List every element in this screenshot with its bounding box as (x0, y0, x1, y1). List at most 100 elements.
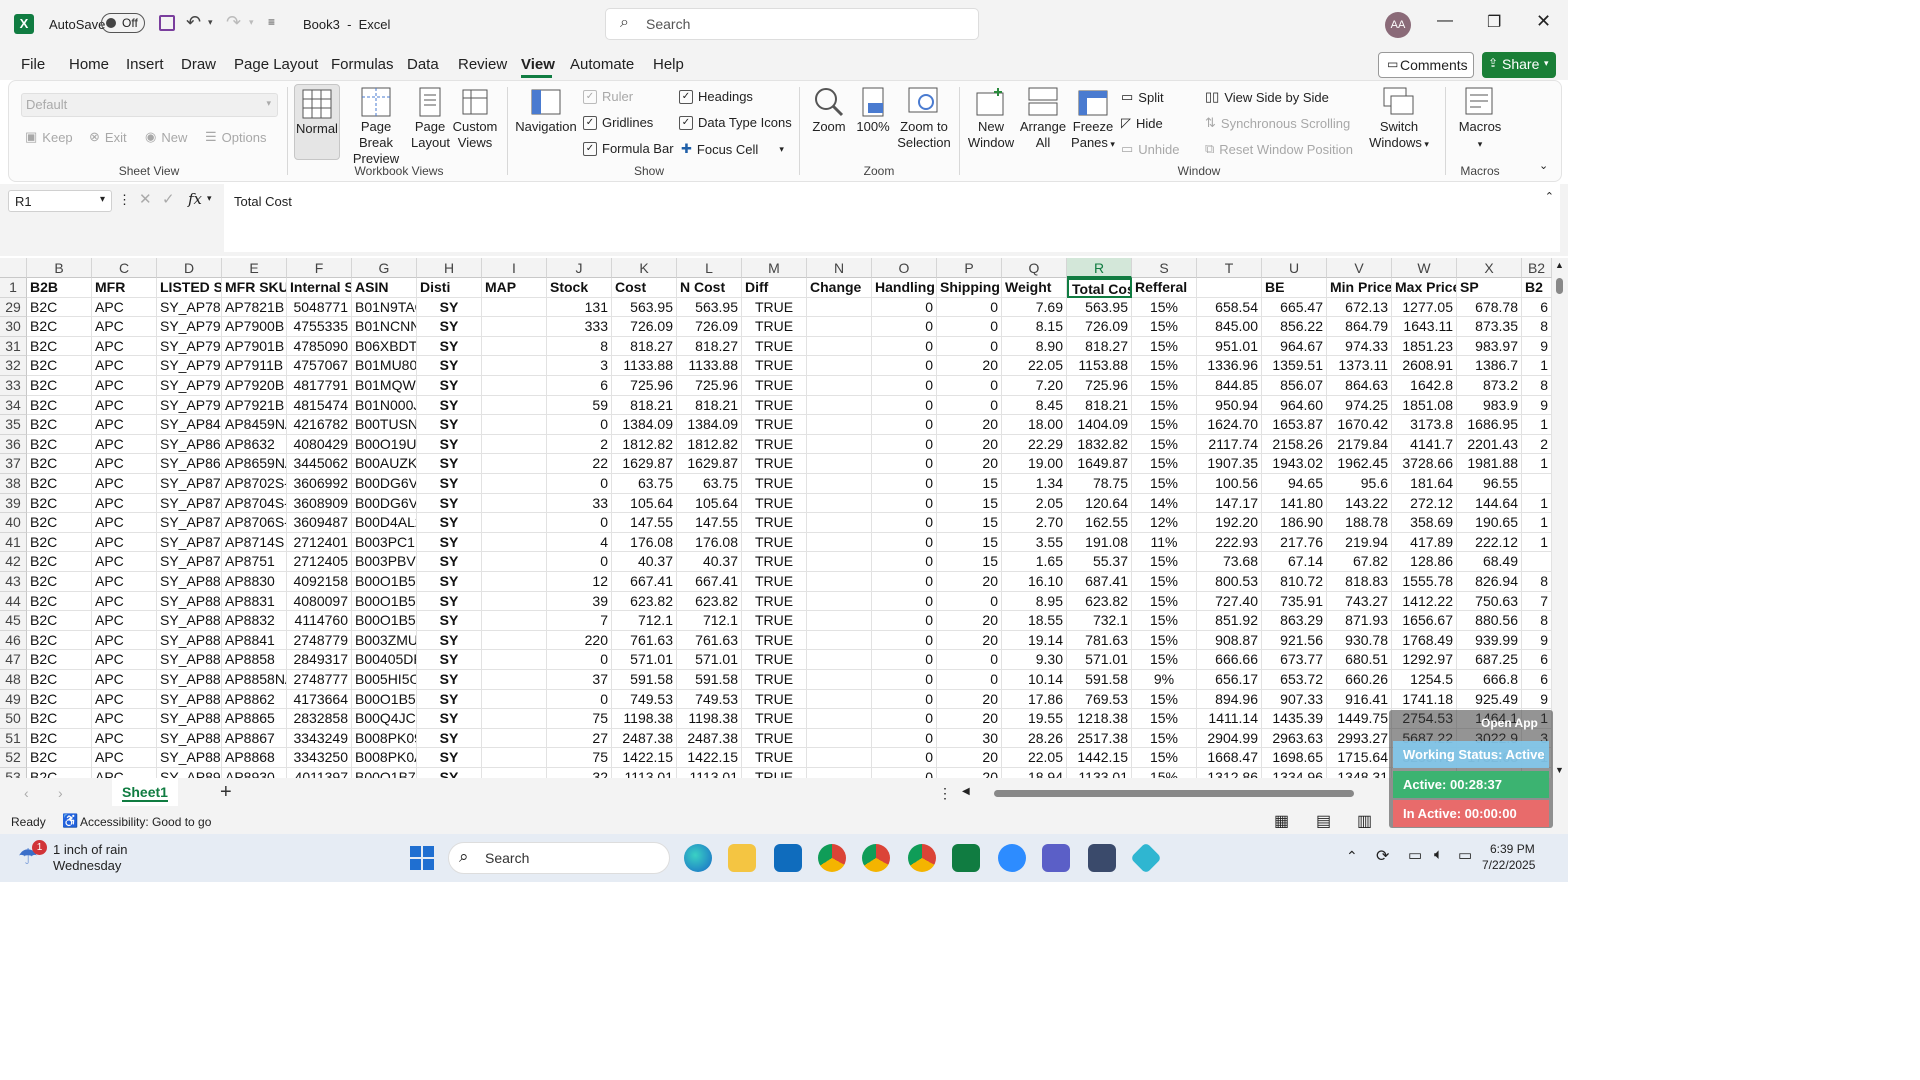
table-cell[interactable]: 1153.88 (1067, 356, 1132, 376)
tab-review[interactable]: Review (458, 56, 507, 73)
table-cell[interactable]: SY_AP8659NA (157, 454, 222, 474)
table-cell[interactable]: B2C (27, 748, 92, 768)
header-cell[interactable]: Internal SKU (287, 278, 352, 298)
table-cell[interactable]: B2C (27, 650, 92, 670)
header-cell[interactable] (1197, 278, 1262, 298)
table-cell[interactable]: TRUE (742, 552, 807, 572)
table-cell[interactable] (807, 748, 872, 768)
excel-taskbar-icon[interactable] (952, 844, 980, 872)
table-cell[interactable]: APC (92, 434, 157, 455)
table-cell[interactable]: 20 (937, 611, 1002, 631)
hide-button[interactable]: ◸ Hide (1121, 115, 1163, 131)
table-cell[interactable]: 73.68 (1197, 552, 1262, 572)
table-cell[interactable]: 15 (937, 474, 1002, 494)
table-cell[interactable]: B01MQW3 (352, 376, 417, 396)
table-cell[interactable]: 880.56 (1457, 611, 1522, 631)
table-cell[interactable]: B2C (27, 513, 92, 533)
table-cell[interactable] (807, 670, 872, 690)
table-cell[interactable]: SY (417, 395, 482, 416)
table-cell[interactable]: 623.82 (677, 591, 742, 612)
table-cell[interactable]: 3173.8 (1392, 415, 1457, 435)
table-cell[interactable]: B00O1B72 (352, 768, 417, 778)
more-options-icon[interactable]: ⋮ (938, 785, 952, 802)
table-cell[interactable]: 4141.7 (1392, 434, 1457, 455)
table-cell[interactable]: 27 (547, 728, 612, 749)
table-cell[interactable]: B2C (27, 376, 92, 396)
table-cell[interactable]: SY (417, 317, 482, 337)
row-header[interactable]: 47 (0, 650, 27, 670)
table-cell[interactable] (807, 552, 872, 572)
table-cell[interactable]: 0 (547, 474, 612, 494)
tab-draw[interactable]: Draw (181, 56, 216, 73)
column-header[interactable]: I (482, 258, 547, 278)
table-cell[interactable]: 3728.66 (1392, 454, 1457, 474)
table-cell[interactable]: 3608909 (287, 493, 352, 514)
table-cell[interactable]: 75 (547, 709, 612, 729)
table-cell[interactable]: TRUE (742, 297, 807, 318)
table-cell[interactable]: 20 (937, 434, 1002, 455)
page-break-view-icon[interactable]: ▥ (1357, 811, 1372, 831)
table-cell[interactable] (482, 493, 547, 514)
table-cell[interactable]: 15% (1132, 591, 1197, 612)
table-cell[interactable]: 40.37 (677, 552, 742, 572)
table-cell[interactable]: 725.96 (1067, 376, 1132, 396)
table-cell[interactable]: 190.65 (1457, 513, 1522, 533)
gridlines-checkbox[interactable]: ✓ Gridlines (583, 115, 653, 130)
table-cell[interactable]: SY_AP8702S (157, 474, 222, 494)
table-cell[interactable]: 3343250 (287, 748, 352, 768)
table-cell[interactable]: B00O1B5E (352, 591, 417, 612)
table-cell[interactable]: B00Q4JCU (352, 709, 417, 729)
table-cell[interactable]: 1422.15 (677, 748, 742, 768)
table-cell[interactable]: 105.64 (677, 493, 742, 514)
table-cell[interactable]: 67.82 (1327, 552, 1392, 572)
table-cell[interactable]: SY (417, 728, 482, 749)
insert-function-icon[interactable]: fx (188, 190, 202, 208)
table-cell[interactable] (482, 336, 547, 357)
table-cell[interactable]: 750.63 (1457, 591, 1522, 612)
table-cell[interactable]: APC (92, 630, 157, 651)
table-cell[interactable]: SY_AP8858NA (157, 670, 222, 690)
table-cell[interactable]: APC (92, 709, 157, 729)
table-cell[interactable]: 818.21 (1067, 395, 1132, 416)
column-header[interactable]: H (417, 258, 482, 278)
table-cell[interactable]: 749.53 (612, 689, 677, 710)
table-cell[interactable]: SY_AP8930 (157, 768, 222, 778)
row-header[interactable]: 49 (0, 689, 27, 710)
table-cell[interactable]: AP7921B (222, 395, 287, 416)
table-cell[interactable]: 571.01 (1067, 650, 1132, 670)
table-cell[interactable]: 1741.18 (1392, 689, 1457, 710)
row-header[interactable]: 37 (0, 454, 27, 474)
table-cell[interactable]: 3 (547, 356, 612, 376)
sync-icon[interactable]: ⟳ (1376, 846, 1389, 866)
table-cell[interactable] (807, 591, 872, 612)
table-cell[interactable]: 6 (1522, 670, 1552, 690)
row-header[interactable]: 48 (0, 670, 27, 690)
row-header[interactable]: 53 (0, 768, 27, 778)
table-cell[interactable]: 222.12 (1457, 532, 1522, 553)
table-cell[interactable]: AP8659NA (222, 454, 287, 474)
table-cell[interactable]: AP8868 (222, 748, 287, 768)
table-cell[interactable]: 32 (547, 768, 612, 778)
table-cell[interactable]: 667.41 (677, 572, 742, 592)
table-cell[interactable]: 2487.38 (612, 728, 677, 749)
table-cell[interactable]: 665.47 (1262, 297, 1327, 318)
table-cell[interactable]: 1851.23 (1392, 336, 1457, 357)
table-cell[interactable]: 0 (872, 611, 937, 631)
table-cell[interactable]: B00O19UL (352, 434, 417, 455)
row-header[interactable]: 52 (0, 748, 27, 768)
table-cell[interactable]: 0 (937, 650, 1002, 670)
table-cell[interactable]: 9.30 (1002, 650, 1067, 670)
table-cell[interactable]: 15% (1132, 454, 1197, 474)
zoom-100-button[interactable]: 100% (854, 87, 892, 135)
focus-cell-button[interactable]: ✚ Focus Cell ▾ (681, 141, 784, 157)
table-cell[interactable]: 727.40 (1197, 591, 1262, 612)
table-cell[interactable] (807, 415, 872, 435)
table-cell[interactable]: 0 (872, 493, 937, 514)
table-cell[interactable]: APC (92, 650, 157, 670)
table-cell[interactable]: 78.75 (1067, 474, 1132, 494)
navigation-button[interactable]: Navigation (514, 89, 578, 135)
table-cell[interactable]: 15% (1132, 336, 1197, 357)
table-cell[interactable]: 761.63 (677, 630, 742, 651)
table-cell[interactable]: B00405DR (352, 650, 417, 670)
table-cell[interactable]: B2C (27, 552, 92, 572)
